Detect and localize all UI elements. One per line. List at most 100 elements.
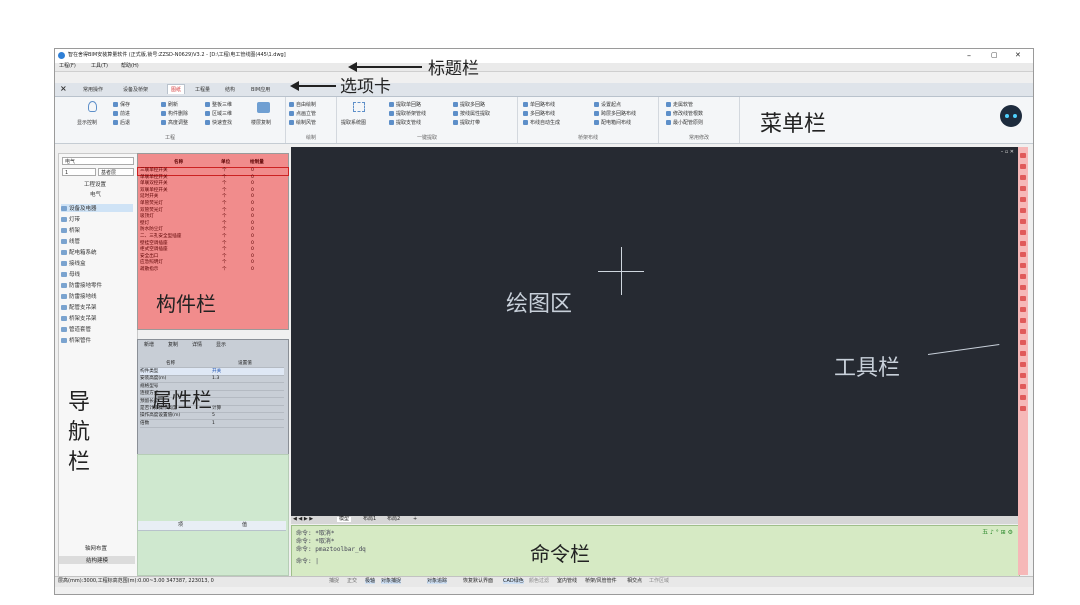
property-row[interactable]: 倍数 1	[140, 420, 284, 428]
menu-item-help[interactable]: 帮助(H)	[121, 64, 139, 69]
minimize-button[interactable]: –	[967, 52, 971, 60]
tab-drawing[interactable]: 图纸	[167, 84, 186, 94]
tab-equipment[interactable]: 设备及桥架	[123, 86, 148, 93]
tool-icon[interactable]	[1020, 384, 1026, 389]
command-input[interactable]: 命令: |	[296, 556, 319, 565]
multi-circuit-route-button[interactable]: 多回路布线	[523, 110, 555, 117]
single-circuit-route-button[interactable]: 单回路布线	[523, 101, 555, 108]
floor-number-select[interactable]: 1	[62, 168, 96, 176]
cross-floor-route-button[interactable]: 跨层多回路布线	[594, 110, 636, 117]
extract-single-circuit-button[interactable]: 提取单回路	[389, 101, 421, 108]
nav-item-equipment[interactable]: 设备及电器	[61, 204, 133, 212]
auto-route-button[interactable]: 布线自动生成	[523, 119, 560, 126]
nav-item-tray-hanger[interactable]: 桥架支吊架	[61, 314, 97, 322]
nav-item-tray-fitting[interactable]: 桥架管件	[61, 336, 91, 344]
component-row[interactable]: 单管荧光灯 个 0	[138, 201, 288, 208]
sheet-tab-layout2[interactable]: 布局2	[387, 517, 400, 522]
close-button[interactable]: ✕	[1015, 52, 1021, 59]
nav-item-tray[interactable]: 桥架	[61, 226, 80, 234]
tool-icon[interactable]	[1020, 274, 1026, 279]
menu-item-project[interactable]: 工程(F)	[59, 64, 76, 69]
component-row[interactable]: 二、三孔安全型插座 个 0	[138, 234, 288, 241]
sheet-tab-layout1[interactable]: 布局1	[363, 517, 376, 522]
tool-icon[interactable]	[1020, 285, 1026, 290]
status-color-filter[interactable]: 颜色过滤	[529, 579, 549, 584]
drawing-window-controls[interactable]: – ▫ ✕	[1001, 150, 1014, 155]
drawing-area[interactable]: – ▫ ✕	[291, 147, 1018, 516]
quick-find-button[interactable]: 快速查找	[205, 119, 232, 126]
floor-copy-button[interactable]: 楼层复制	[251, 119, 271, 126]
nav-item-conduit[interactable]: 线管	[61, 237, 80, 245]
full-3d-button[interactable]: 整板三维	[205, 101, 232, 108]
flex-pipe-button[interactable]: 走属软管	[666, 101, 693, 108]
panel-route-button[interactable]: 配电箱间布线	[594, 119, 631, 126]
forward-button[interactable]: 前进	[113, 110, 130, 117]
tool-icon[interactable]	[1020, 351, 1026, 356]
component-row[interactable]: 吸顶灯 个 0	[138, 214, 288, 221]
component-row[interactable]: 三联单控开关 个 0	[137, 167, 289, 176]
tool-icon[interactable]	[1020, 307, 1026, 312]
component-row[interactable]: 单联双控开关 个 0	[138, 181, 288, 188]
draw-duct-button[interactable]: 绘制风管	[289, 119, 316, 126]
delete-component-button[interactable]: 构件删除	[161, 110, 188, 117]
tool-icon[interactable]	[1020, 395, 1026, 400]
extract-multi-circuit-button[interactable]: 提取多回路	[453, 101, 485, 108]
sheet-nav-arrows[interactable]: ◀ ◀ ▶ ▶	[293, 517, 313, 522]
tool-icon[interactable]	[1020, 263, 1026, 268]
min-pipe-rule-button[interactable]: 最小配管原则	[666, 119, 703, 126]
tab-common[interactable]: 常用操作	[83, 86, 103, 93]
component-row[interactable]: 柜式空调插座 个 0	[138, 247, 288, 254]
refresh-button[interactable]: 刷新	[161, 101, 178, 108]
back-button[interactable]: 后退	[113, 119, 130, 126]
floor-name-select[interactable]: 基者层	[98, 168, 134, 176]
tab-quantity[interactable]: 工程量	[195, 86, 210, 93]
nav-item-junction-box[interactable]: 接线盒	[61, 259, 86, 267]
nav-item-conduit-hanger[interactable]: 配管支吊架	[61, 303, 97, 311]
extract-tray-button[interactable]: 提取桥架管线	[389, 110, 426, 117]
tool-icon[interactable]	[1020, 362, 1026, 367]
nav-item-panel-system[interactable]: 配电箱系统	[61, 248, 97, 256]
tool-icon[interactable]	[1020, 164, 1026, 169]
tool-icon[interactable]	[1020, 230, 1026, 235]
tool-icon[interactable]	[1020, 296, 1026, 301]
status-snap[interactable]: 捕捉	[329, 579, 339, 584]
ime-toolbar[interactable]: 五 ♪ ° ⊞ ⚙	[982, 530, 1013, 536]
nav-item-lightstrip[interactable]: 灯带	[61, 215, 80, 223]
region-3d-button[interactable]: 区域三维	[205, 110, 232, 117]
component-row[interactable]: 疏散指示 个 0	[138, 267, 288, 274]
tool-icon[interactable]	[1020, 318, 1026, 323]
structure-modeling-button[interactable]: 结构建模	[59, 556, 135, 564]
prop-tab-detail[interactable]: 详情	[192, 343, 202, 348]
tool-icon[interactable]	[1020, 340, 1026, 345]
extract-system-button[interactable]: 提取系统图	[341, 119, 366, 126]
project-settings-button[interactable]: 工程设置	[84, 180, 106, 188]
extract-branch-button[interactable]: 提取支管线	[389, 119, 421, 126]
tool-icon[interactable]	[1020, 175, 1026, 180]
tab-structure[interactable]: 结构	[225, 86, 235, 93]
status-cad-green[interactable]: CAD绿色	[503, 579, 524, 584]
status-work-area[interactable]: 工作区域	[649, 579, 669, 584]
status-indoor-pipe[interactable]: 室内管线	[557, 579, 577, 584]
tool-icon[interactable]	[1020, 153, 1026, 158]
robot-assistant-icon[interactable]	[1000, 105, 1022, 127]
point-riser-button[interactable]: 点画立管	[289, 110, 316, 117]
tool-icon[interactable]	[1020, 329, 1026, 334]
modify-pipe-count-button[interactable]: 修改线管根数	[666, 110, 703, 117]
status-polar[interactable]: 极轴	[365, 579, 376, 584]
status-object-snap[interactable]: 对象捕捉	[381, 579, 402, 584]
component-row[interactable]: 应急照明灯 个 0	[138, 260, 288, 267]
tool-icon[interactable]	[1020, 219, 1026, 224]
discipline-select[interactable]: 电气	[62, 157, 134, 165]
prop-tab-display[interactable]: 显示	[216, 343, 226, 348]
status-object-track[interactable]: 对象追踪	[427, 579, 448, 584]
sheet-tab-model[interactable]: 模型	[337, 517, 352, 522]
maximize-button[interactable]: ▢	[991, 52, 998, 59]
status-tray-fitting[interactable]: 桥架/风管管件	[585, 579, 617, 584]
tool-icon[interactable]	[1020, 208, 1026, 213]
nav-item-busbar[interactable]: 母线	[61, 270, 80, 278]
nav-item-grounding-line[interactable]: 防雷接地线	[61, 292, 97, 300]
tool-icon[interactable]	[1020, 241, 1026, 246]
component-row[interactable]: 双管荧光灯个 0	[138, 208, 288, 215]
tool-icon[interactable]	[1020, 186, 1026, 191]
free-draw-button[interactable]: 自由绘制	[289, 101, 316, 108]
